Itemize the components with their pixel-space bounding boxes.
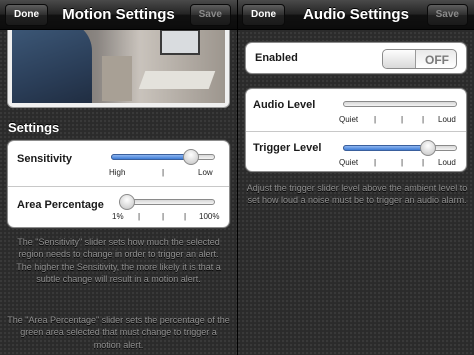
- audio-level-mark-1: |: [374, 115, 377, 124]
- audio-help-text: Adjust the trigger slider level above th…: [246, 183, 468, 206]
- enabled-group: Enabled OFF: [245, 42, 467, 74]
- preview-person-shape: [12, 21, 92, 103]
- trigger-level-mark-3: |: [422, 158, 425, 167]
- trigger-level-slider[interactable]: [343, 140, 457, 156]
- sensitivity-help-text: The "Sensitivity" slider sets how much t…: [16, 237, 221, 285]
- audio-level-max-label: Loud: [438, 115, 456, 124]
- enabled-label: Enabled: [255, 52, 298, 64]
- motion-save-button[interactable]: Save: [189, 4, 231, 26]
- audio-level-row: Audio Level Quiet | | | Loud: [246, 89, 466, 131]
- trigger-level-label: Trigger Level: [253, 142, 322, 154]
- area-mark-2: |: [162, 212, 165, 221]
- preview-object-shape: [102, 56, 132, 101]
- audio-level-mark-2: |: [401, 115, 404, 124]
- sensitivity-slider[interactable]: [111, 149, 215, 165]
- audio-levels-group: Audio Level Quiet | | | Loud Trigger Lev…: [245, 88, 467, 172]
- sensitivity-slider-fill: [111, 154, 190, 160]
- audio-save-button[interactable]: Save: [426, 4, 468, 26]
- sensitivity-label: Sensitivity: [17, 153, 73, 165]
- area-percentage-row: Area Percentage 1% | | | 100%: [8, 187, 229, 229]
- sensitivity-mid-mark: |: [162, 168, 165, 177]
- preview-monitor-shape: [160, 29, 200, 55]
- motion-settings-group: Sensitivity High | Low Area Percentage 1…: [7, 140, 230, 228]
- motion-nav-bar: Done Motion Settings Save: [0, 0, 237, 30]
- area-percentage-slider-thumb[interactable]: [119, 194, 135, 210]
- area-mark-1: |: [138, 212, 141, 221]
- sensitivity-max-label: Low: [198, 168, 213, 177]
- preview-keyboard-shape: [138, 71, 216, 89]
- audio-settings-screen: Done Audio Settings Save Enabled OFF Aud…: [238, 0, 474, 355]
- trigger-level-mark-2: |: [401, 158, 404, 167]
- audio-level-label: Audio Level: [253, 99, 316, 111]
- area-max-label: 100%: [199, 212, 220, 221]
- camera-preview-image: [12, 21, 225, 103]
- trigger-level-max-label: Loud: [438, 158, 456, 167]
- audio-level-mark-3: |: [422, 115, 425, 124]
- area-help-text: The "Area Percentage" slider sets the pe…: [7, 315, 230, 350]
- audio-level-min-label: Quiet: [339, 115, 359, 124]
- sensitivity-slider-thumb[interactable]: [183, 149, 199, 165]
- audio-nav-bar: Done Audio Settings Save: [238, 0, 474, 30]
- camera-preview[interactable]: [7, 20, 230, 108]
- enabled-toggle[interactable]: OFF: [382, 49, 457, 69]
- trigger-level-mark-1: |: [374, 158, 377, 167]
- audio-level-meter: [343, 101, 457, 107]
- area-mark-3: |: [184, 212, 187, 221]
- toggle-state-label: OFF: [425, 53, 449, 67]
- sensitivity-min-label: High: [109, 168, 126, 177]
- trigger-level-row: Trigger Level Quiet | | | Loud: [246, 132, 466, 173]
- area-percentage-slider[interactable]: [119, 194, 215, 210]
- trigger-level-min-label: Quiet: [339, 158, 359, 167]
- trigger-level-slider-thumb[interactable]: [420, 140, 436, 156]
- area-min-label: 1%: [112, 212, 124, 221]
- motion-settings-screen: Done Motion Settings Save Settings Sensi…: [0, 0, 237, 355]
- sensitivity-row: Sensitivity High | Low: [8, 141, 229, 186]
- settings-section-title: Settings: [8, 120, 60, 135]
- trigger-level-slider-fill: [343, 145, 427, 151]
- toggle-knob: [383, 50, 416, 68]
- area-percentage-label: Area Percentage: [17, 199, 104, 211]
